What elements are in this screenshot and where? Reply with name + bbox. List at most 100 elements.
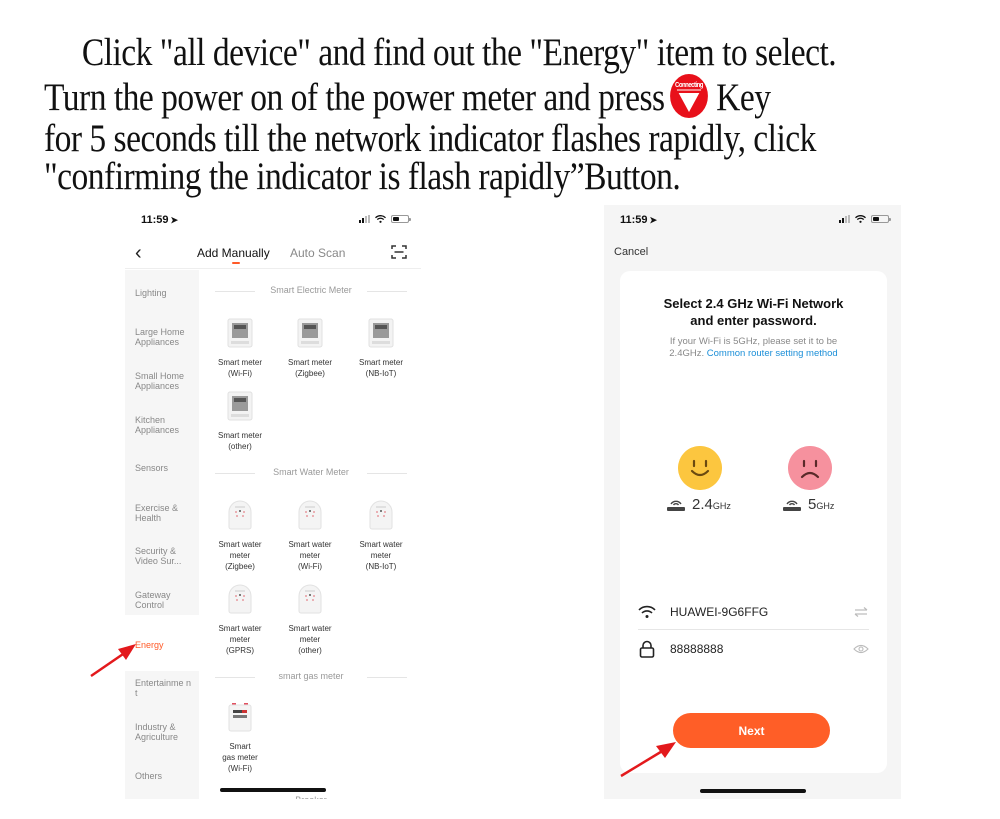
device-label: Smart [229, 742, 251, 751]
router-icon [783, 500, 801, 511]
section-header-smart-water-meter: Smart Water Meter [215, 467, 407, 477]
next-button[interactable]: Next [673, 713, 830, 748]
water-meter-icon [369, 500, 393, 530]
device-label: (GPRS) [226, 646, 254, 655]
add-device-screen: 11:59 ➤ ‹ Add Manually Auto Scan Lighting… [125, 205, 421, 799]
device-label: meter [299, 551, 321, 560]
device-smart-meter-other[interactable]: Smart meter (other) [205, 391, 275, 452]
device-water-meter-nb-iot[interactable]: Smart water meter (NB-IoT) [346, 500, 416, 572]
status-bar: 11:59 ➤ [125, 205, 421, 239]
section-header-smart-gas-meter: smart gas meter [215, 671, 407, 681]
wifi-name-value: HUAWEI-9G6FFG [670, 604, 769, 619]
sidebar-item-entertainment[interactable]: Entertainme nt [125, 678, 193, 698]
device-water-meter-other[interactable]: Smart water meter (other) [275, 584, 345, 656]
status-bar: 11:59 ➤ [604, 205, 901, 239]
nav-bar: ‹ Add Manually Auto Scan [125, 239, 421, 269]
sidebar-item-security-video[interactable]: Security & Video Sur... [125, 546, 195, 566]
wifi-title: Select 2.4 GHz Wi-Fi Network and enter p… [620, 295, 887, 329]
device-label: (other) [298, 646, 322, 655]
device-label: meter [229, 635, 251, 644]
electric-meter-icon [297, 318, 323, 348]
signal-icon [839, 215, 850, 223]
water-meter-icon [298, 584, 322, 614]
device-label: Smart meter [217, 358, 262, 367]
connecting-badge-label: Connecting [675, 82, 703, 90]
device-label: Smart water [288, 624, 332, 633]
sidebar-item-others[interactable]: Others [125, 771, 199, 781]
device-label: (NB-IoT) [365, 369, 397, 378]
device-smart-meter-wifi[interactable]: Smart meter (Wi-Fi) [205, 318, 275, 379]
device-label: meter [299, 635, 321, 644]
freq-ok-unit: GHz [712, 501, 731, 511]
device-label: (Wi-Fi) [298, 562, 322, 571]
sidebar-item-lighting[interactable]: Lighting [125, 288, 199, 298]
device-label: (NB-IoT) [365, 562, 397, 571]
device-label: Smart meter [287, 358, 332, 367]
switch-network-icon[interactable] [853, 606, 869, 618]
water-meter-icon [298, 500, 322, 530]
red-arrow-energy-icon [90, 644, 136, 678]
location-arrow-icon: ➤ [649, 215, 658, 225]
device-label: (Wi-Fi) [228, 369, 252, 378]
device-label: Smart water [359, 540, 403, 549]
instruction-text: Click "all device" and find out the "Ene… [44, 33, 999, 198]
wifi-card: Select 2.4 GHz Wi-Fi Network and enter p… [620, 271, 887, 773]
sidebar-item-sensors[interactable]: Sensors [125, 463, 199, 473]
device-smart-meter-nb-iot[interactable]: Smart meter (NB-IoT) [346, 318, 416, 379]
password-field[interactable]: 88888888 [638, 631, 869, 667]
device-label: Smart water [288, 540, 332, 549]
device-label: Smart meter [217, 431, 262, 440]
device-water-meter-zigbee[interactable]: Smart water meter (Zigbee) [205, 500, 275, 572]
signal-icon [359, 215, 370, 223]
device-water-meter-wifi[interactable]: Smart water meter (Wi-Fi) [275, 500, 345, 572]
wifi-status-icon [855, 215, 866, 223]
instruction-line-2-start: Turn the power on of the power meter and… [44, 76, 665, 119]
back-button[interactable]: ‹ [135, 243, 142, 263]
instruction-line-3: for 5 seconds till the network indicator… [44, 117, 816, 160]
eye-icon[interactable] [853, 643, 869, 655]
battery-icon [391, 215, 411, 223]
device-smart-gas-meter-wifi[interactable]: Smart gas meter (Wi-Fi) [205, 702, 275, 774]
gas-meter-icon [228, 703, 252, 732]
wifi-name-field[interactable]: HUAWEI-9G6FFG [638, 594, 869, 630]
device-list: Smart Electric Meter Smart meter (Wi-Fi)… [199, 270, 421, 799]
device-label: (Zigbee) [225, 562, 255, 571]
wifi-icon [638, 605, 656, 618]
sidebar-item-small-home-appliances[interactable]: Small Home Appliances [125, 371, 197, 391]
lock-icon [639, 640, 655, 658]
sidebar-item-large-home-appliances[interactable]: Large Home Appliances [125, 327, 197, 347]
chevron-left-icon: ‹ [135, 242, 142, 264]
section-header-smart-electric-meter: Smart Electric Meter [215, 285, 407, 295]
category-sidebar: Lighting Large Home Appliances Small Hom… [125, 270, 199, 799]
cancel-button[interactable]: Cancel [614, 246, 648, 258]
sidebar-item-exercise-health[interactable]: Exercise & Health [125, 503, 185, 523]
sidebar-item-gateway-control[interactable]: Gateway Control [125, 590, 183, 610]
device-label: meter [229, 551, 251, 560]
scan-icon[interactable] [391, 245, 407, 259]
freq-5ghz: 5GHz [782, 496, 834, 513]
battery-icon [871, 215, 891, 223]
wifi-status-icon [375, 215, 386, 223]
status-time: 11:59 [141, 214, 169, 226]
sidebar-item-kitchen-appliances[interactable]: Kitchen Appliances [125, 415, 191, 435]
sad-face-icon [788, 446, 832, 490]
device-label: (Zigbee) [295, 369, 325, 378]
instruction-line-2: Turn the power on of the power meter and… [44, 72, 999, 120]
home-indicator[interactable] [699, 789, 806, 793]
instruction-line-4: "confirming the indicator is flash rapid… [44, 155, 681, 198]
wifi-setup-screen: 11:59 ➤ Cancel Select 2.4 GHz Wi-Fi Netwo… [604, 205, 901, 799]
device-water-meter-gprs[interactable]: Smart water meter (GPRS) [205, 584, 275, 656]
water-meter-icon [228, 584, 252, 614]
electric-meter-icon [227, 391, 253, 421]
router-setting-link[interactable]: Common router setting method [707, 348, 838, 359]
tab-add-manually[interactable]: Add Manually [197, 246, 270, 260]
device-label: Smart water [218, 540, 262, 549]
wifi-title-line-1: Select 2.4 GHz Wi-Fi Network [663, 296, 844, 311]
device-smart-meter-zigbee[interactable]: Smart meter (Zigbee) [275, 318, 345, 379]
tab-auto-scan[interactable]: Auto Scan [290, 246, 345, 260]
red-arrow-next-icon [620, 742, 676, 778]
sidebar-item-industry-agriculture[interactable]: Industry & Agriculture [125, 722, 191, 742]
home-indicator[interactable] [220, 788, 326, 792]
wifi-subtitle-line-1: If your Wi-Fi is 5GHz, please set it to … [669, 336, 838, 347]
freq-ok-value: 2.4 [692, 496, 713, 513]
